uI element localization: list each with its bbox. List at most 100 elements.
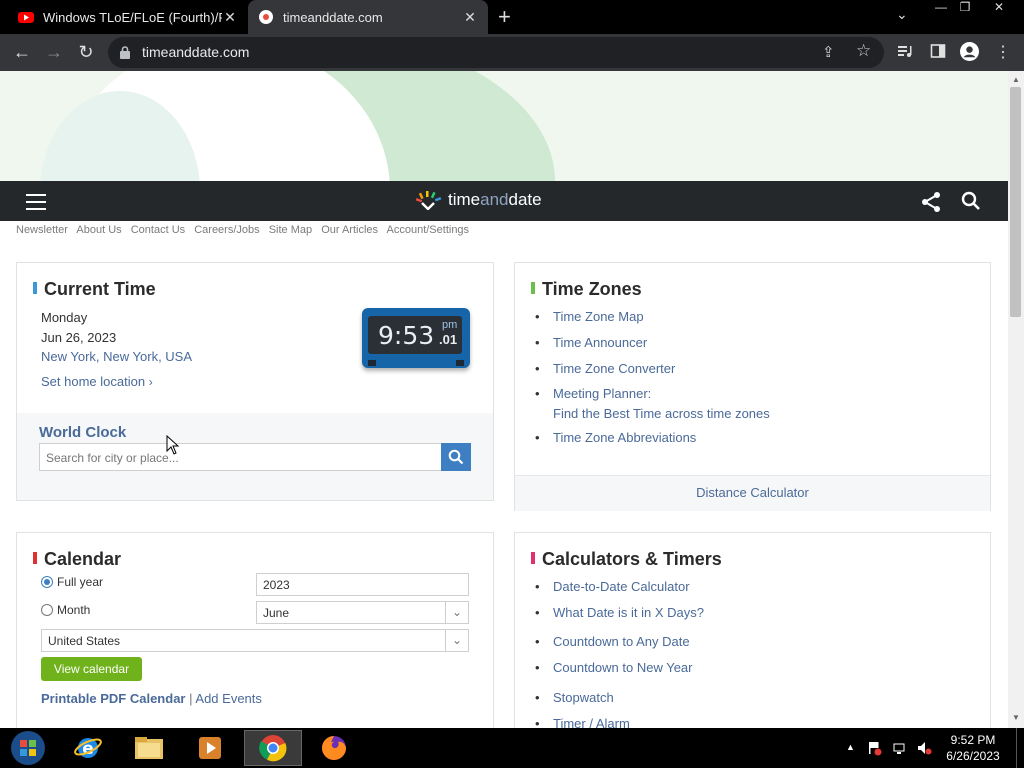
- new-tab-icon[interactable]: +: [498, 4, 511, 30]
- vertical-scrollbar[interactable]: ▲ ▼: [1008, 71, 1024, 728]
- link-time-zone-map[interactable]: Time Zone Map: [531, 309, 770, 335]
- time-zones-card: Time Zones Time Zone Map Time Announcer …: [514, 262, 991, 511]
- nav-our-articles[interactable]: Our Articles: [321, 224, 378, 236]
- clock-time-text: 9:52 PM: [950, 733, 996, 747]
- show-desktop-button[interactable]: [1016, 728, 1024, 768]
- back-icon[interactable]: ←: [11, 42, 33, 63]
- browser-toolbar: ← → ↻ timeanddate.com ⇪ ☆ ⋮: [0, 34, 1024, 71]
- address-bar[interactable]: timeanddate.com ⇪ ☆: [108, 37, 884, 68]
- nav-newsletter[interactable]: Newsletter: [16, 224, 68, 236]
- nav-account-settings[interactable]: Account/Settings: [387, 224, 470, 236]
- chrome-icon: [259, 735, 287, 762]
- tab-title: timeanddate.com: [283, 9, 383, 25]
- timeanddate-logo[interactable]: timeanddate: [414, 190, 542, 210]
- accent-bar: [33, 282, 37, 294]
- link-date-to-date-calculator[interactable]: Date-to-Date Calculator: [531, 579, 704, 605]
- link-what-date-in-x-days[interactable]: What Date is it in X Days?: [531, 605, 704, 634]
- link-countdown-new-year[interactable]: Countdown to New Year: [531, 660, 704, 690]
- start-button[interactable]: [0, 730, 56, 766]
- logo-text: timeanddate: [448, 190, 542, 209]
- folder-icon: [135, 737, 163, 759]
- search-icon[interactable]: [961, 191, 981, 211]
- nav-careers-jobs[interactable]: Careers/Jobs: [194, 224, 259, 236]
- tab-youtube[interactable]: Windows TLoE/FLoE (Fourth)/FLo ✕: [8, 0, 248, 34]
- browser-tab-strip: Windows TLoE/FLoE (Fourth)/FLo ✕ timeand…: [0, 0, 1024, 34]
- printable-pdf-calendar-link[interactable]: Printable PDF Calendar: [41, 691, 185, 706]
- action-center-flag-icon[interactable]: [866, 740, 882, 756]
- link-time-zone-abbreviations[interactable]: Time Zone Abbreviations: [531, 430, 770, 456]
- clock-time: 9:53: [378, 321, 435, 350]
- accent-bar: [531, 552, 535, 564]
- ad-banner: [0, 71, 1008, 181]
- tab-close-icon[interactable]: ✕: [222, 9, 238, 26]
- calculators-links: Date-to-Date Calculator What Date is it …: [531, 579, 704, 742]
- radio-checked-icon[interactable]: [41, 576, 53, 588]
- tab-title: Windows TLoE/FLoE (Fourth)/FLo: [43, 9, 222, 25]
- world-clock-search-input[interactable]: Search for city or place...: [39, 443, 442, 471]
- show-hidden-icons-icon[interactable]: ▲: [846, 742, 855, 752]
- mouse-cursor-icon: [166, 435, 180, 455]
- radio-unchecked-icon[interactable]: [41, 604, 53, 616]
- file-explorer-taskbar[interactable]: [121, 730, 177, 766]
- chevron-down-icon: ⌄: [445, 602, 468, 623]
- link-countdown-any-date[interactable]: Countdown to Any Date: [531, 634, 704, 660]
- view-calendar-button[interactable]: View calendar: [41, 657, 142, 681]
- system-clock[interactable]: 9:52 PM 6/26/2023: [938, 732, 1008, 764]
- browser-menu-icon[interactable]: ⋮: [992, 42, 1014, 62]
- clock-ampm: pm: [442, 319, 458, 331]
- time-zones-links: Time Zone Map Time Announcer Time Zone C…: [531, 309, 770, 456]
- media-player-taskbar[interactable]: [182, 730, 238, 766]
- set-home-location-link[interactable]: Set home location ›: [41, 374, 153, 389]
- nav-contact-us[interactable]: Contact Us: [131, 224, 185, 236]
- calculators-timers-card: Calculators & Timers Date-to-Date Calcul…: [514, 532, 991, 742]
- add-events-link[interactable]: Add Events: [195, 691, 262, 706]
- country-select[interactable]: United States ⌄: [41, 629, 469, 652]
- share-page-icon[interactable]: ⇪: [822, 43, 835, 61]
- calendar-links: Printable PDF Calendar | Add Events: [41, 691, 262, 706]
- year-input[interactable]: 2023: [256, 573, 469, 596]
- nav-site-map[interactable]: Site Map: [269, 224, 312, 236]
- clock-seconds: .01: [439, 332, 458, 347]
- scroll-up-arrow-icon[interactable]: ▲: [1012, 75, 1020, 84]
- side-panel-icon[interactable]: [930, 43, 946, 59]
- chevron-down-icon: ⌄: [445, 630, 468, 651]
- link-meeting-planner[interactable]: Meeting Planner:Find the Best Time acros…: [531, 384, 770, 430]
- chevron-right-icon: ›: [148, 375, 153, 389]
- search-icon: [448, 449, 464, 465]
- world-clock-heading[interactable]: World Clock: [39, 424, 126, 441]
- link-time-announcer[interactable]: Time Announcer: [531, 335, 770, 361]
- window-close-icon[interactable]: ✕: [984, 0, 1014, 18]
- logo-sunburst-icon: [415, 191, 442, 210]
- tab-close-icon[interactable]: ✕: [462, 9, 478, 26]
- tab-timeanddate[interactable]: timeanddate.com ✕: [248, 0, 488, 34]
- media-controls-icon[interactable]: [897, 43, 913, 59]
- hamburger-menu-icon[interactable]: [26, 194, 46, 215]
- location-link[interactable]: New York, New York, USA: [41, 349, 192, 364]
- link-stopwatch[interactable]: Stopwatch: [531, 690, 704, 716]
- volume-muted-icon[interactable]: [916, 740, 932, 756]
- tab-search-chevron-icon[interactable]: ⌄: [896, 6, 908, 23]
- url-text[interactable]: timeanddate.com: [142, 44, 249, 60]
- full-year-option[interactable]: Full year: [41, 575, 103, 589]
- bookmark-star-icon[interactable]: ☆: [856, 41, 871, 61]
- scrollbar-thumb[interactable]: [1010, 87, 1021, 317]
- nav-about-us[interactable]: About Us: [76, 224, 121, 236]
- profile-avatar-icon[interactable]: [960, 42, 979, 61]
- firefox-taskbar[interactable]: [306, 730, 362, 766]
- scroll-down-arrow-icon[interactable]: ▼: [1012, 713, 1020, 722]
- windows-taskbar: e ▲ 9:52 PM 6/26/2023: [0, 728, 1024, 768]
- reload-icon[interactable]: ↻: [75, 42, 97, 63]
- calculators-heading: Calculators & Timers: [531, 549, 722, 570]
- share-icon[interactable]: [920, 191, 942, 213]
- month-select[interactable]: June ⌄: [256, 601, 469, 624]
- month-option[interactable]: Month: [41, 603, 90, 617]
- world-clock-search-button[interactable]: [441, 443, 471, 471]
- chrome-taskbar[interactable]: [244, 730, 302, 766]
- distance-calculator-link[interactable]: Distance Calculator: [515, 475, 990, 511]
- forward-icon[interactable]: →: [43, 42, 65, 63]
- internet-explorer-taskbar[interactable]: e: [60, 730, 116, 766]
- lock-icon[interactable]: [120, 46, 130, 59]
- banner-graphic: [0, 71, 1008, 181]
- network-icon[interactable]: [892, 740, 908, 756]
- restore-icon[interactable]: ❐: [950, 0, 980, 18]
